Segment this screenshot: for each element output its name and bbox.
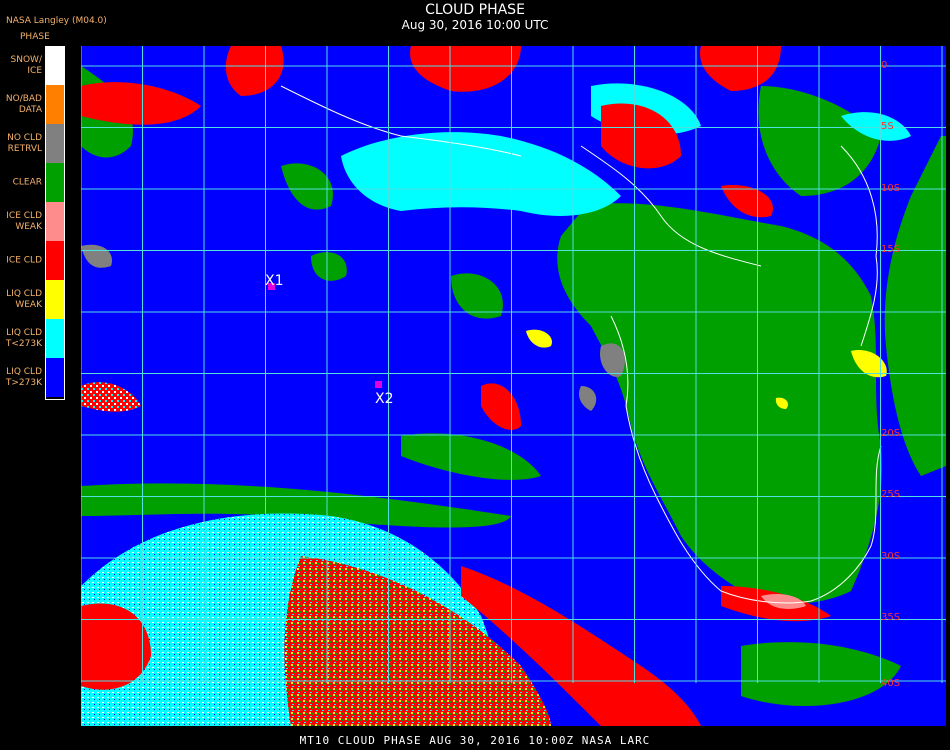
legend-item-ice-cloud-weak: ICE CLD WEAK bbox=[0, 202, 68, 241]
producer-label: NASA Langley (M04.0) bbox=[6, 16, 107, 26]
latitude-label: 10S bbox=[881, 183, 900, 194]
latitude-label: 5S bbox=[881, 121, 894, 132]
legend-swatch bbox=[46, 241, 65, 280]
legend-title: PHASE bbox=[20, 32, 50, 42]
legend-swatch bbox=[46, 163, 65, 202]
marker-x2-label: X2 bbox=[375, 391, 394, 407]
legend-item-liquid-cloud-cold: LIQ CLD T<273K bbox=[0, 319, 68, 358]
legend-swatch bbox=[46, 358, 65, 397]
legend-item-liquid-cloud-weak: LIQ CLD WEAK bbox=[0, 280, 68, 319]
legend-swatch bbox=[46, 46, 65, 85]
map-title: CLOUD PHASE bbox=[425, 2, 525, 18]
legend-item-clear: CLEAR bbox=[0, 163, 68, 202]
legend-item-no-bad-data: NO/BAD DATA bbox=[0, 85, 68, 124]
footer-caption: MT10 CLOUD PHASE AUG 30, 2016 10:00Z NAS… bbox=[299, 734, 651, 747]
legend-swatch bbox=[46, 202, 65, 241]
legend-label: LIQ CLD T<273K bbox=[5, 327, 42, 349]
latitude-label: 30S bbox=[881, 551, 900, 562]
satellite-map: 0 5S 10S 15S 20S 25S 30S 35S 40S X1 X2 bbox=[80, 46, 946, 726]
marker-x1: X1 bbox=[265, 273, 284, 290]
latitude-label: 0 bbox=[881, 60, 887, 71]
phase-legend: SNOW/ ICE NO/BAD DATA NO CLD RETRVL CLEA… bbox=[0, 46, 70, 402]
legend-label: LIQ CLD WEAK bbox=[6, 288, 42, 310]
legend-item-snow-ice: SNOW/ ICE bbox=[0, 46, 68, 85]
map-subtitle: Aug 30, 2016 10:00 UTC bbox=[401, 18, 549, 32]
legend-item-liquid-cloud-warm: LIQ CLD T>273K bbox=[0, 358, 68, 397]
latitude-label: 35S bbox=[881, 612, 900, 623]
legend-label: ICE CLD WEAK bbox=[6, 210, 42, 232]
legend-label: ICE CLD bbox=[6, 255, 42, 265]
latitude-label: 20S bbox=[881, 428, 900, 439]
legend-item-ice-cloud: ICE CLD bbox=[0, 241, 68, 280]
legend-swatch bbox=[46, 280, 65, 319]
legend-swatch bbox=[46, 124, 65, 163]
legend-swatch bbox=[46, 319, 65, 358]
legend-label: NO/BAD DATA bbox=[5, 93, 42, 115]
marker-x2-point bbox=[375, 381, 382, 388]
legend-label: NO CLD RETRVL bbox=[7, 132, 42, 154]
legend-item-no-cloud-retrieval: NO CLD RETRVL bbox=[0, 124, 68, 163]
latitude-label: 40S bbox=[881, 678, 900, 689]
legend-swatch bbox=[46, 85, 65, 124]
latitude-label: 15S bbox=[881, 244, 900, 255]
legend-label: CLEAR bbox=[12, 177, 42, 187]
legend-label: SNOW/ ICE bbox=[10, 54, 42, 76]
marker-x1-label: X1 bbox=[265, 273, 284, 289]
latitude-label: 25S bbox=[881, 489, 900, 500]
legend-label: LIQ CLD T>273K bbox=[5, 366, 42, 388]
